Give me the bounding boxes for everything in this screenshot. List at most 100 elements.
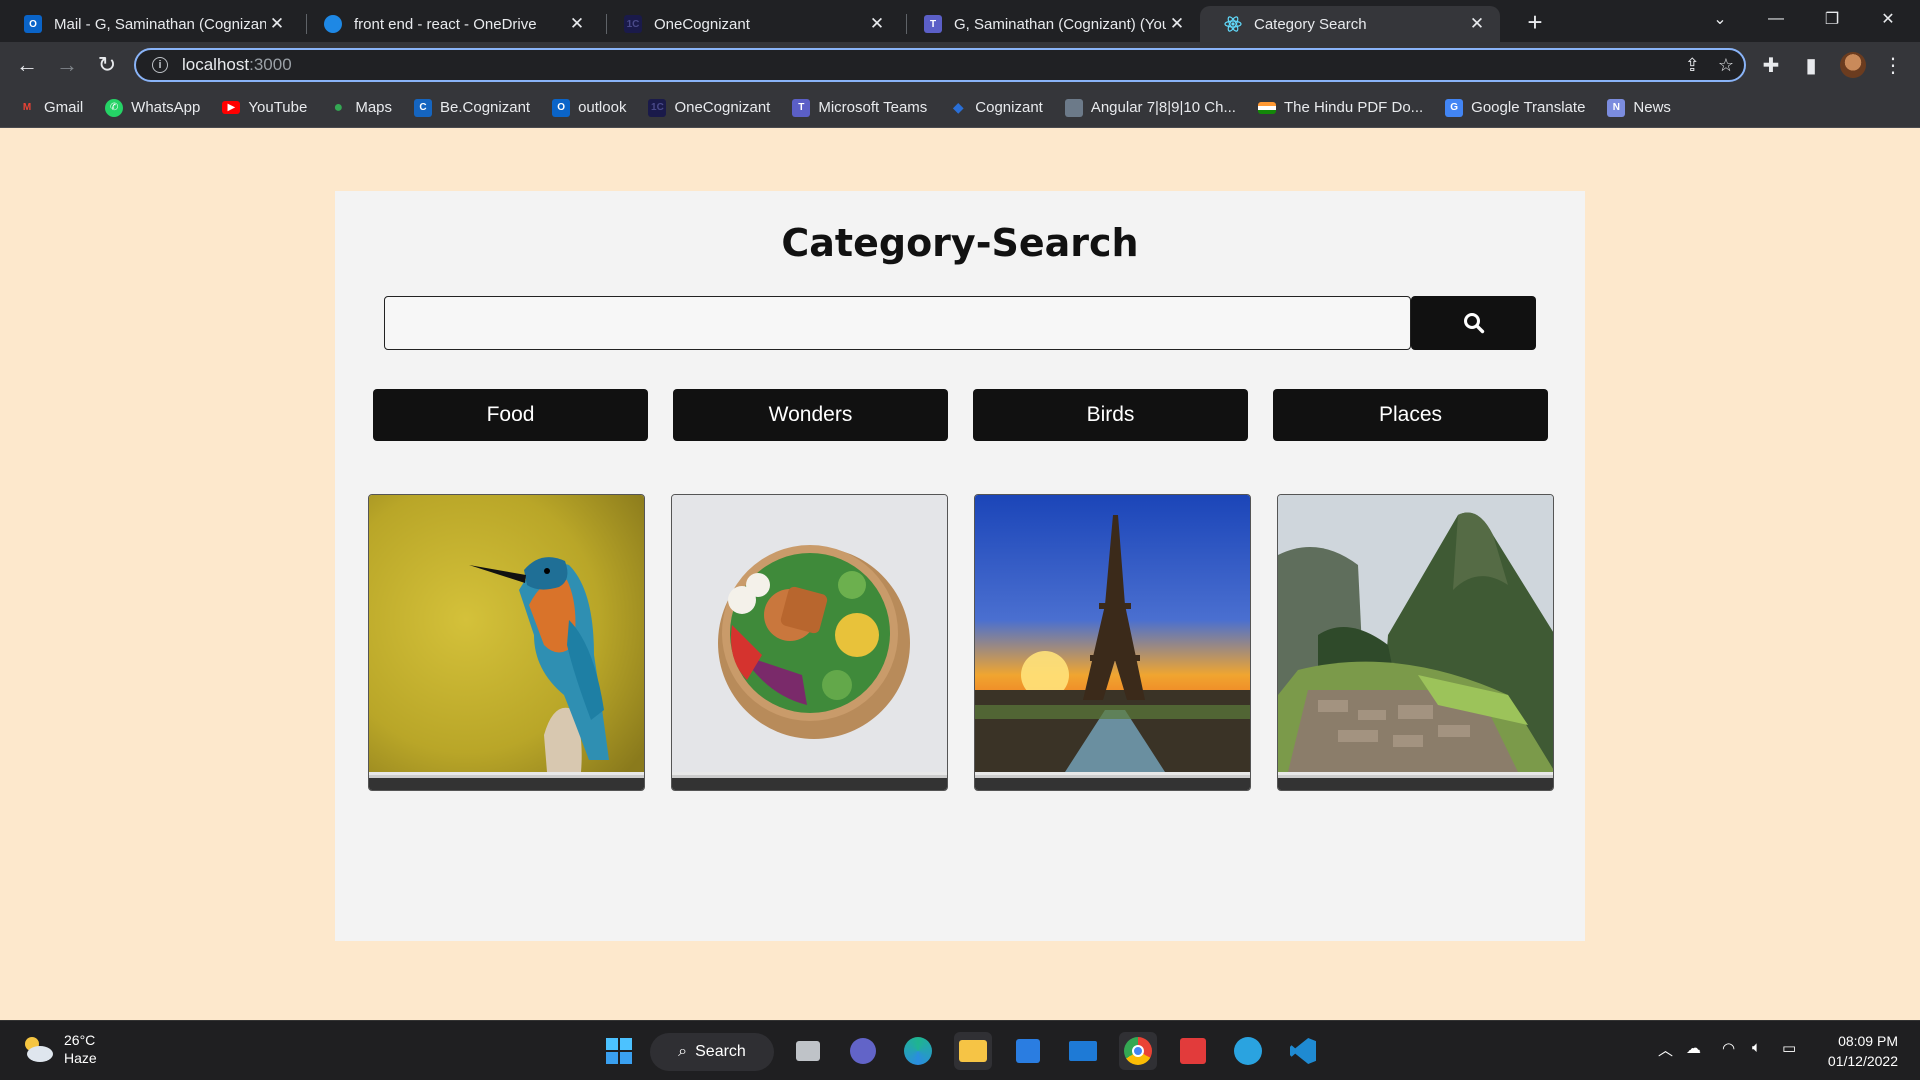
onedrive-tray-icon[interactable]: ☁ xyxy=(1686,1039,1701,1057)
tab-onecognizant[interactable]: 1C OneCognizant ✕ xyxy=(600,6,900,42)
image-card-place[interactable] xyxy=(1277,494,1554,791)
show-hidden-icons[interactable]: ︿ xyxy=(1658,1039,1673,1060)
weather-text: 26°C Haze xyxy=(64,1031,97,1067)
close-icon[interactable]: ✕ xyxy=(866,14,888,34)
angular-icon xyxy=(1064,98,1083,117)
bookmark-news[interactable]: N News xyxy=(1607,98,1671,117)
category-button-wonders[interactable]: Wonders xyxy=(673,389,948,441)
bookmark-the-hindu[interactable]: The Hindu PDF Do... xyxy=(1257,99,1423,116)
page-title: Category-Search xyxy=(781,221,1139,265)
translate-icon: G xyxy=(1445,98,1464,117)
side-panel-icon[interactable]: ▮ xyxy=(1796,50,1826,80)
bookmark-google-translate[interactable]: G Google Translate xyxy=(1445,98,1586,117)
category-button-birds[interactable]: Birds xyxy=(973,389,1248,441)
bookmark-gmail[interactable]: M Gmail xyxy=(18,99,83,117)
becognizant-icon: C xyxy=(414,98,433,117)
menu-icon[interactable]: ⋮ xyxy=(1878,50,1908,80)
bookmark-becognizant[interactable]: C Be.Cognizant xyxy=(414,98,530,117)
minimize-button[interactable]: — xyxy=(1748,0,1804,38)
image-card-food[interactable] xyxy=(671,494,948,791)
bookmark-label: Gmail xyxy=(44,99,84,116)
onecognizant-icon: 1C xyxy=(648,98,667,117)
system-clock[interactable]: 08:09 PM 01/12/2022 xyxy=(1828,1031,1898,1071)
category-button-places[interactable]: Places xyxy=(1273,389,1548,441)
restore-button[interactable]: ❐ xyxy=(1804,0,1860,38)
image-caption-bar xyxy=(1278,775,1553,790)
india-flag-icon xyxy=(1257,101,1276,114)
bookmark-label: Google Translate xyxy=(1471,99,1586,116)
weather-widget[interactable]: 26°C Haze xyxy=(20,1031,97,1067)
battery-icon[interactable]: ▭ xyxy=(1782,1039,1796,1057)
image-caption-bar xyxy=(672,775,947,790)
url-host: localhost xyxy=(182,55,250,74)
forward-button[interactable]: → xyxy=(52,50,82,80)
share-icon[interactable]: ⇪ xyxy=(1685,55,1700,76)
wifi-icon[interactable]: ◠ xyxy=(1722,1039,1735,1057)
weather-haze-icon xyxy=(25,1037,53,1062)
bookmark-outlook[interactable]: Ooutlook xyxy=(552,98,626,117)
clock-time: 08:09 PM xyxy=(1838,1033,1898,1049)
address-bar[interactable]: i localhost:3000 ⇪ ☆ xyxy=(134,48,1746,82)
bookmark-label: Maps xyxy=(355,99,393,116)
vscode-icon[interactable] xyxy=(1284,1032,1322,1070)
maps-icon: ● xyxy=(333,98,344,116)
gift-app-icon[interactable] xyxy=(1174,1032,1212,1070)
window-close-button[interactable]: ✕ xyxy=(1860,0,1916,38)
bookmark-label: Microsoft Teams xyxy=(818,99,928,116)
page-viewport: Category-Search Food Wonders Birds Place… xyxy=(0,128,1920,1020)
chrome-icon[interactable] xyxy=(1119,1032,1157,1070)
extensions-icon[interactable]: ✚ xyxy=(1756,50,1786,80)
tab-mail[interactable]: O Mail - G, Saminathan (Cognizant) ✕ xyxy=(0,6,300,42)
new-tab-button[interactable]: + xyxy=(1520,8,1550,38)
start-button[interactable] xyxy=(600,1032,638,1070)
gmail-icon: M xyxy=(22,102,32,113)
bookmark-youtube[interactable]: ▶ YouTube xyxy=(222,99,307,116)
tab-onedrive[interactable]: front end - react - OneDrive ✕ xyxy=(300,6,600,42)
telegram-icon[interactable] xyxy=(1229,1032,1267,1070)
whatsapp-icon: ✆ xyxy=(105,98,124,117)
profile-avatar[interactable] xyxy=(1838,50,1868,80)
react-icon xyxy=(1224,15,1242,33)
bookmark-onecognizant[interactable]: 1C OneCognizant xyxy=(648,98,770,117)
bookmarks-bar: M Gmail ✆ WhatsApp ▶ YouTube ● Maps C Be.Cogn… xyxy=(0,88,1920,128)
browser-tab-strip: O Mail - G, Saminathan (Cognizant) ✕ fro… xyxy=(0,0,1920,42)
bookmark-maps[interactable]: ● Maps xyxy=(329,99,392,117)
bookmark-whatsapp[interactable]: ✆ WhatsApp xyxy=(105,98,200,117)
bookmark-star-icon[interactable]: ☆ xyxy=(1718,55,1734,76)
onedrive-icon xyxy=(324,15,342,33)
file-explorer-icon[interactable] xyxy=(954,1032,992,1070)
site-info-icon[interactable]: i xyxy=(152,57,168,73)
bookmark-angular[interactable]: Angular 7|8|9|10 Ch... xyxy=(1064,98,1236,117)
close-icon[interactable]: ✕ xyxy=(566,14,588,34)
temperature: 26°C xyxy=(64,1032,96,1048)
tab-category-search[interactable]: Category Search ✕ xyxy=(1200,6,1500,42)
microsoft-store-icon[interactable] xyxy=(1009,1032,1047,1070)
image-card-wonder[interactable] xyxy=(974,494,1251,791)
back-button[interactable]: ← xyxy=(12,50,42,80)
weather-condition: Haze xyxy=(64,1050,97,1066)
close-icon[interactable]: ✕ xyxy=(1466,14,1488,34)
bookmark-cognizant[interactable]: ◆ Cognizant xyxy=(949,99,1043,117)
close-icon[interactable]: ✕ xyxy=(266,14,288,34)
edge-icon[interactable] xyxy=(899,1032,937,1070)
news-icon: N xyxy=(1607,98,1626,117)
outlook-icon: O xyxy=(24,15,42,33)
category-button-food[interactable]: Food xyxy=(373,389,648,441)
bookmark-teams[interactable]: T Microsoft Teams xyxy=(792,98,928,117)
volume-icon[interactable]: 🔈︎ xyxy=(1752,1039,1761,1056)
machu-picchu-image xyxy=(1278,495,1553,772)
teams-chat-icon[interactable] xyxy=(844,1032,882,1070)
search-icon xyxy=(1463,313,1484,334)
search-button[interactable] xyxy=(1411,296,1536,350)
mail-icon[interactable] xyxy=(1064,1032,1102,1070)
reload-button[interactable]: ↻ xyxy=(92,50,122,80)
image-card-bird[interactable] xyxy=(368,494,645,791)
task-view-icon[interactable] xyxy=(789,1032,827,1070)
close-icon[interactable]: ✕ xyxy=(1166,14,1188,34)
search-input[interactable] xyxy=(384,296,1411,350)
tab-search-button[interactable]: ⌄ xyxy=(1692,0,1748,38)
tab-teams[interactable]: T G, Saminathan (Cognizant) (You) ✕ xyxy=(900,6,1200,42)
tab-title: Mail - G, Saminathan (Cognizant) xyxy=(54,15,266,33)
image-caption-bar xyxy=(975,775,1250,790)
taskbar-search-button[interactable]: ⌕ Search xyxy=(650,1033,774,1071)
